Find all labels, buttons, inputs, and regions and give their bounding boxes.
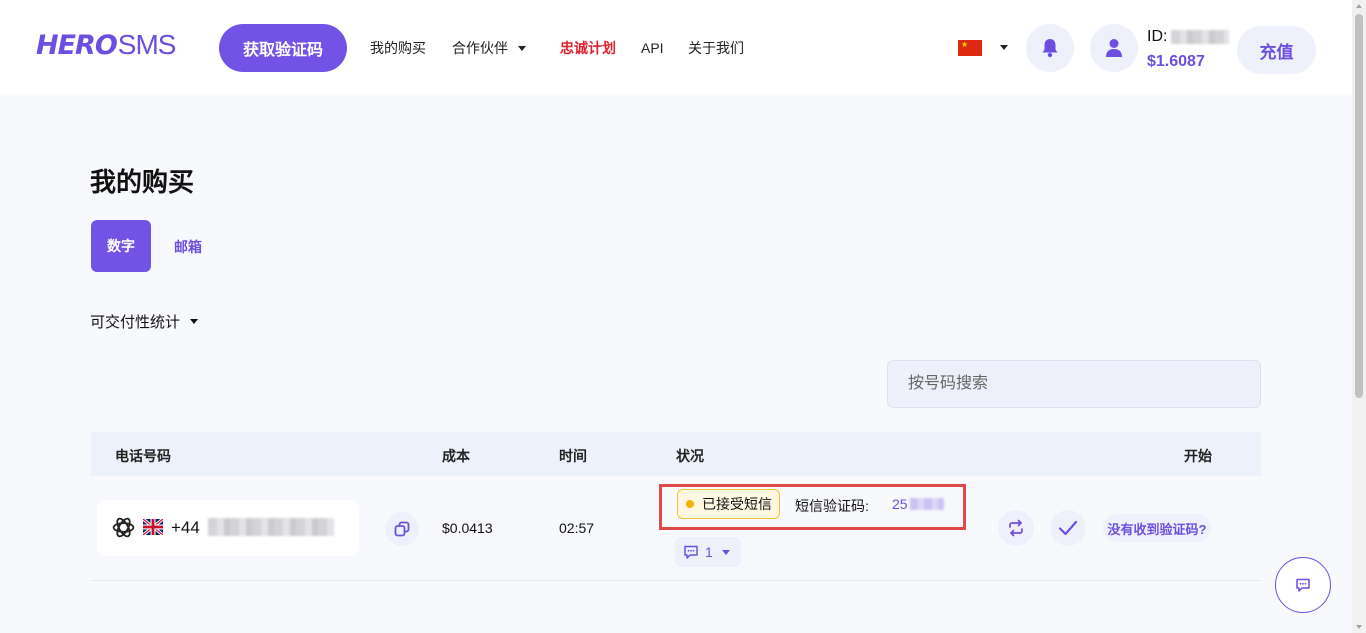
support-chat-button[interactable]: [1275, 557, 1331, 613]
tab-numbers[interactable]: 数字: [91, 220, 151, 272]
message-count: 1: [705, 544, 713, 560]
chevron-down-icon: [721, 549, 730, 555]
nav-loyalty[interactable]: 忠诚计划: [560, 38, 616, 58]
account-balance: $1.6087: [1147, 53, 1205, 70]
uk-flag-icon: [143, 519, 163, 535]
col-phone: 电话号码: [115, 448, 171, 464]
nav-partners-label: 合作伙伴: [452, 40, 508, 56]
cn-flag-icon[interactable]: ★: [958, 40, 982, 56]
user-id-label: ID:: [1147, 28, 1168, 45]
get-code-button[interactable]: 获取验证码: [219, 24, 347, 72]
chevron-down-icon: [518, 45, 526, 51]
user-icon: [1106, 39, 1122, 57]
chevron-down-icon: [190, 319, 199, 324]
user-id: ID:: [1147, 28, 1230, 46]
copy-button[interactable]: [385, 512, 419, 546]
notifications-button[interactable]: [1026, 24, 1074, 72]
col-status: 状况: [676, 448, 704, 464]
phone-prefix: +44: [171, 518, 200, 537]
confirm-button[interactable]: [1050, 510, 1086, 546]
chevron-down-icon[interactable]: [1000, 45, 1008, 50]
logo-hero: HERO: [36, 29, 118, 61]
status-dot: [686, 500, 694, 508]
scroll-down-arrow[interactable]: [1356, 625, 1362, 629]
logo[interactable]: HERO SMS: [36, 29, 177, 61]
row-cost: $0.0413: [442, 520, 493, 536]
col-cost: 成本: [442, 448, 470, 464]
nav-my-purchases[interactable]: 我的购买: [370, 38, 426, 58]
user-id-redacted: [1171, 30, 1230, 44]
header: HERO SMS 获取验证码 我的购买 合作伙伴 忠诚计划 API 关于我们 ★…: [0, 0, 1352, 95]
messages-button[interactable]: 1: [675, 537, 741, 567]
row-time: 02:57: [559, 520, 595, 536]
scroll-up-arrow[interactable]: [1356, 4, 1362, 8]
search-input[interactable]: [887, 360, 1261, 408]
no-code-button[interactable]: 没有收到验证码?: [1103, 514, 1211, 542]
phone-number-redacted: [208, 518, 334, 536]
col-start: 开始: [1184, 448, 1212, 464]
chat-icon: [1296, 578, 1310, 592]
bell-icon: [1042, 39, 1058, 58]
sms-code-label: 短信验证码:: [795, 498, 869, 514]
nav-api[interactable]: API: [641, 38, 664, 58]
nav-partners[interactable]: 合作伙伴: [452, 38, 526, 58]
deliverability-stats-label: 可交付性统计: [90, 314, 181, 331]
nav-about[interactable]: 关于我们: [688, 38, 744, 58]
sms-code[interactable]: 25: [892, 496, 944, 512]
openai-icon: [112, 517, 135, 538]
status-text: 已接受短信: [702, 496, 772, 512]
tab-email[interactable]: 邮箱: [174, 237, 202, 257]
profile-button[interactable]: [1090, 24, 1138, 72]
col-time: 时间: [559, 448, 587, 464]
topup-button[interactable]: 充值: [1237, 26, 1316, 74]
deliverability-stats-toggle[interactable]: 可交付性统计: [90, 311, 199, 332]
sms-code-value: 25: [892, 496, 908, 512]
replace-icon: [1009, 519, 1023, 537]
logo-sms: SMS: [117, 29, 177, 60]
sms-code-redacted: [909, 498, 944, 510]
status-badge: 已接受短信: [677, 489, 780, 519]
page-title: 我的购买: [90, 167, 195, 197]
check-icon: [1058, 520, 1078, 536]
scrollbar-thumb[interactable]: [1355, 14, 1363, 398]
chat-icon: [684, 545, 698, 559]
row-divider: [91, 580, 1261, 581]
replace-number-button[interactable]: [998, 510, 1034, 546]
copy-icon: [394, 521, 410, 537]
